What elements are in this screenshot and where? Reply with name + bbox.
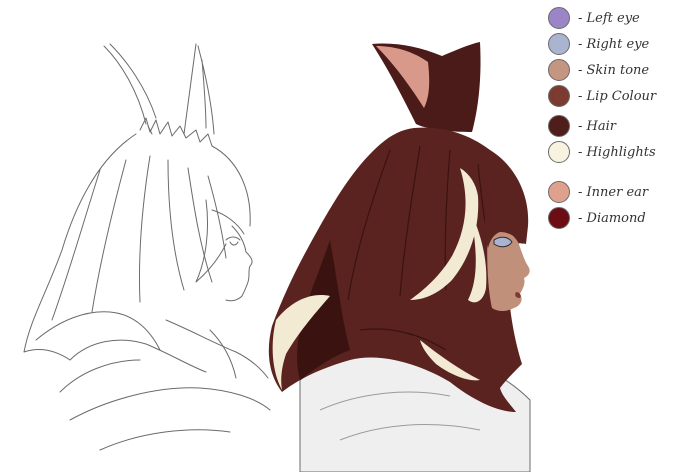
sketch-hair-front [195, 199, 245, 283]
swatch-right-eye [548, 33, 570, 55]
swatch-skin-tone [548, 59, 570, 81]
swatch-label-left-eye: - Left eye [578, 10, 640, 26]
line-art-sketch [23, 43, 271, 451]
swatch-label-diamond: - Diamond [578, 210, 646, 226]
swatch-highlights [548, 141, 570, 163]
palette-row-inner-ear: - Inner ear [548, 180, 680, 204]
palette-row-skin-tone: - Skin tone [548, 58, 680, 82]
swatch-hair [548, 115, 570, 137]
palette-row-right-eye: - Right eye [548, 32, 680, 56]
sketch-hair-strands [51, 155, 227, 321]
sketch-shawl [59, 329, 271, 451]
sketch-hair-outline [23, 133, 251, 361]
palette-row-lip-colour: - Lip Colour [548, 84, 680, 108]
sketch-right-ear [183, 43, 215, 135]
sketch-left-ear [103, 43, 157, 135]
swatch-diamond [548, 207, 570, 229]
swatch-lip-colour [548, 85, 570, 107]
palette-row-hair: - Hair [548, 114, 680, 138]
colored-art [268, 42, 531, 472]
swatch-inner-ear [548, 181, 570, 203]
color-palette: - Left eye - Right eye - Skin tone - Lip… [548, 6, 680, 236]
swatch-label-skin-tone: - Skin tone [578, 62, 650, 78]
sketch-eye [225, 236, 241, 246]
palette-row-left-eye: - Left eye [548, 6, 680, 30]
swatch-label-inner-ear: - Inner ear [578, 184, 649, 200]
swatch-label-highlights: - Highlights [578, 144, 656, 160]
swatch-label-lip-colour: - Lip Colour [578, 88, 657, 104]
swatch-left-eye [548, 7, 570, 29]
swatch-label-right-eye: - Right eye [578, 36, 650, 52]
palette-row-highlights: - Highlights [548, 140, 680, 164]
palette-row-diamond: - Diamond [548, 206, 680, 230]
swatch-label-hair: - Hair [578, 118, 616, 134]
colored-eye [493, 236, 513, 248]
